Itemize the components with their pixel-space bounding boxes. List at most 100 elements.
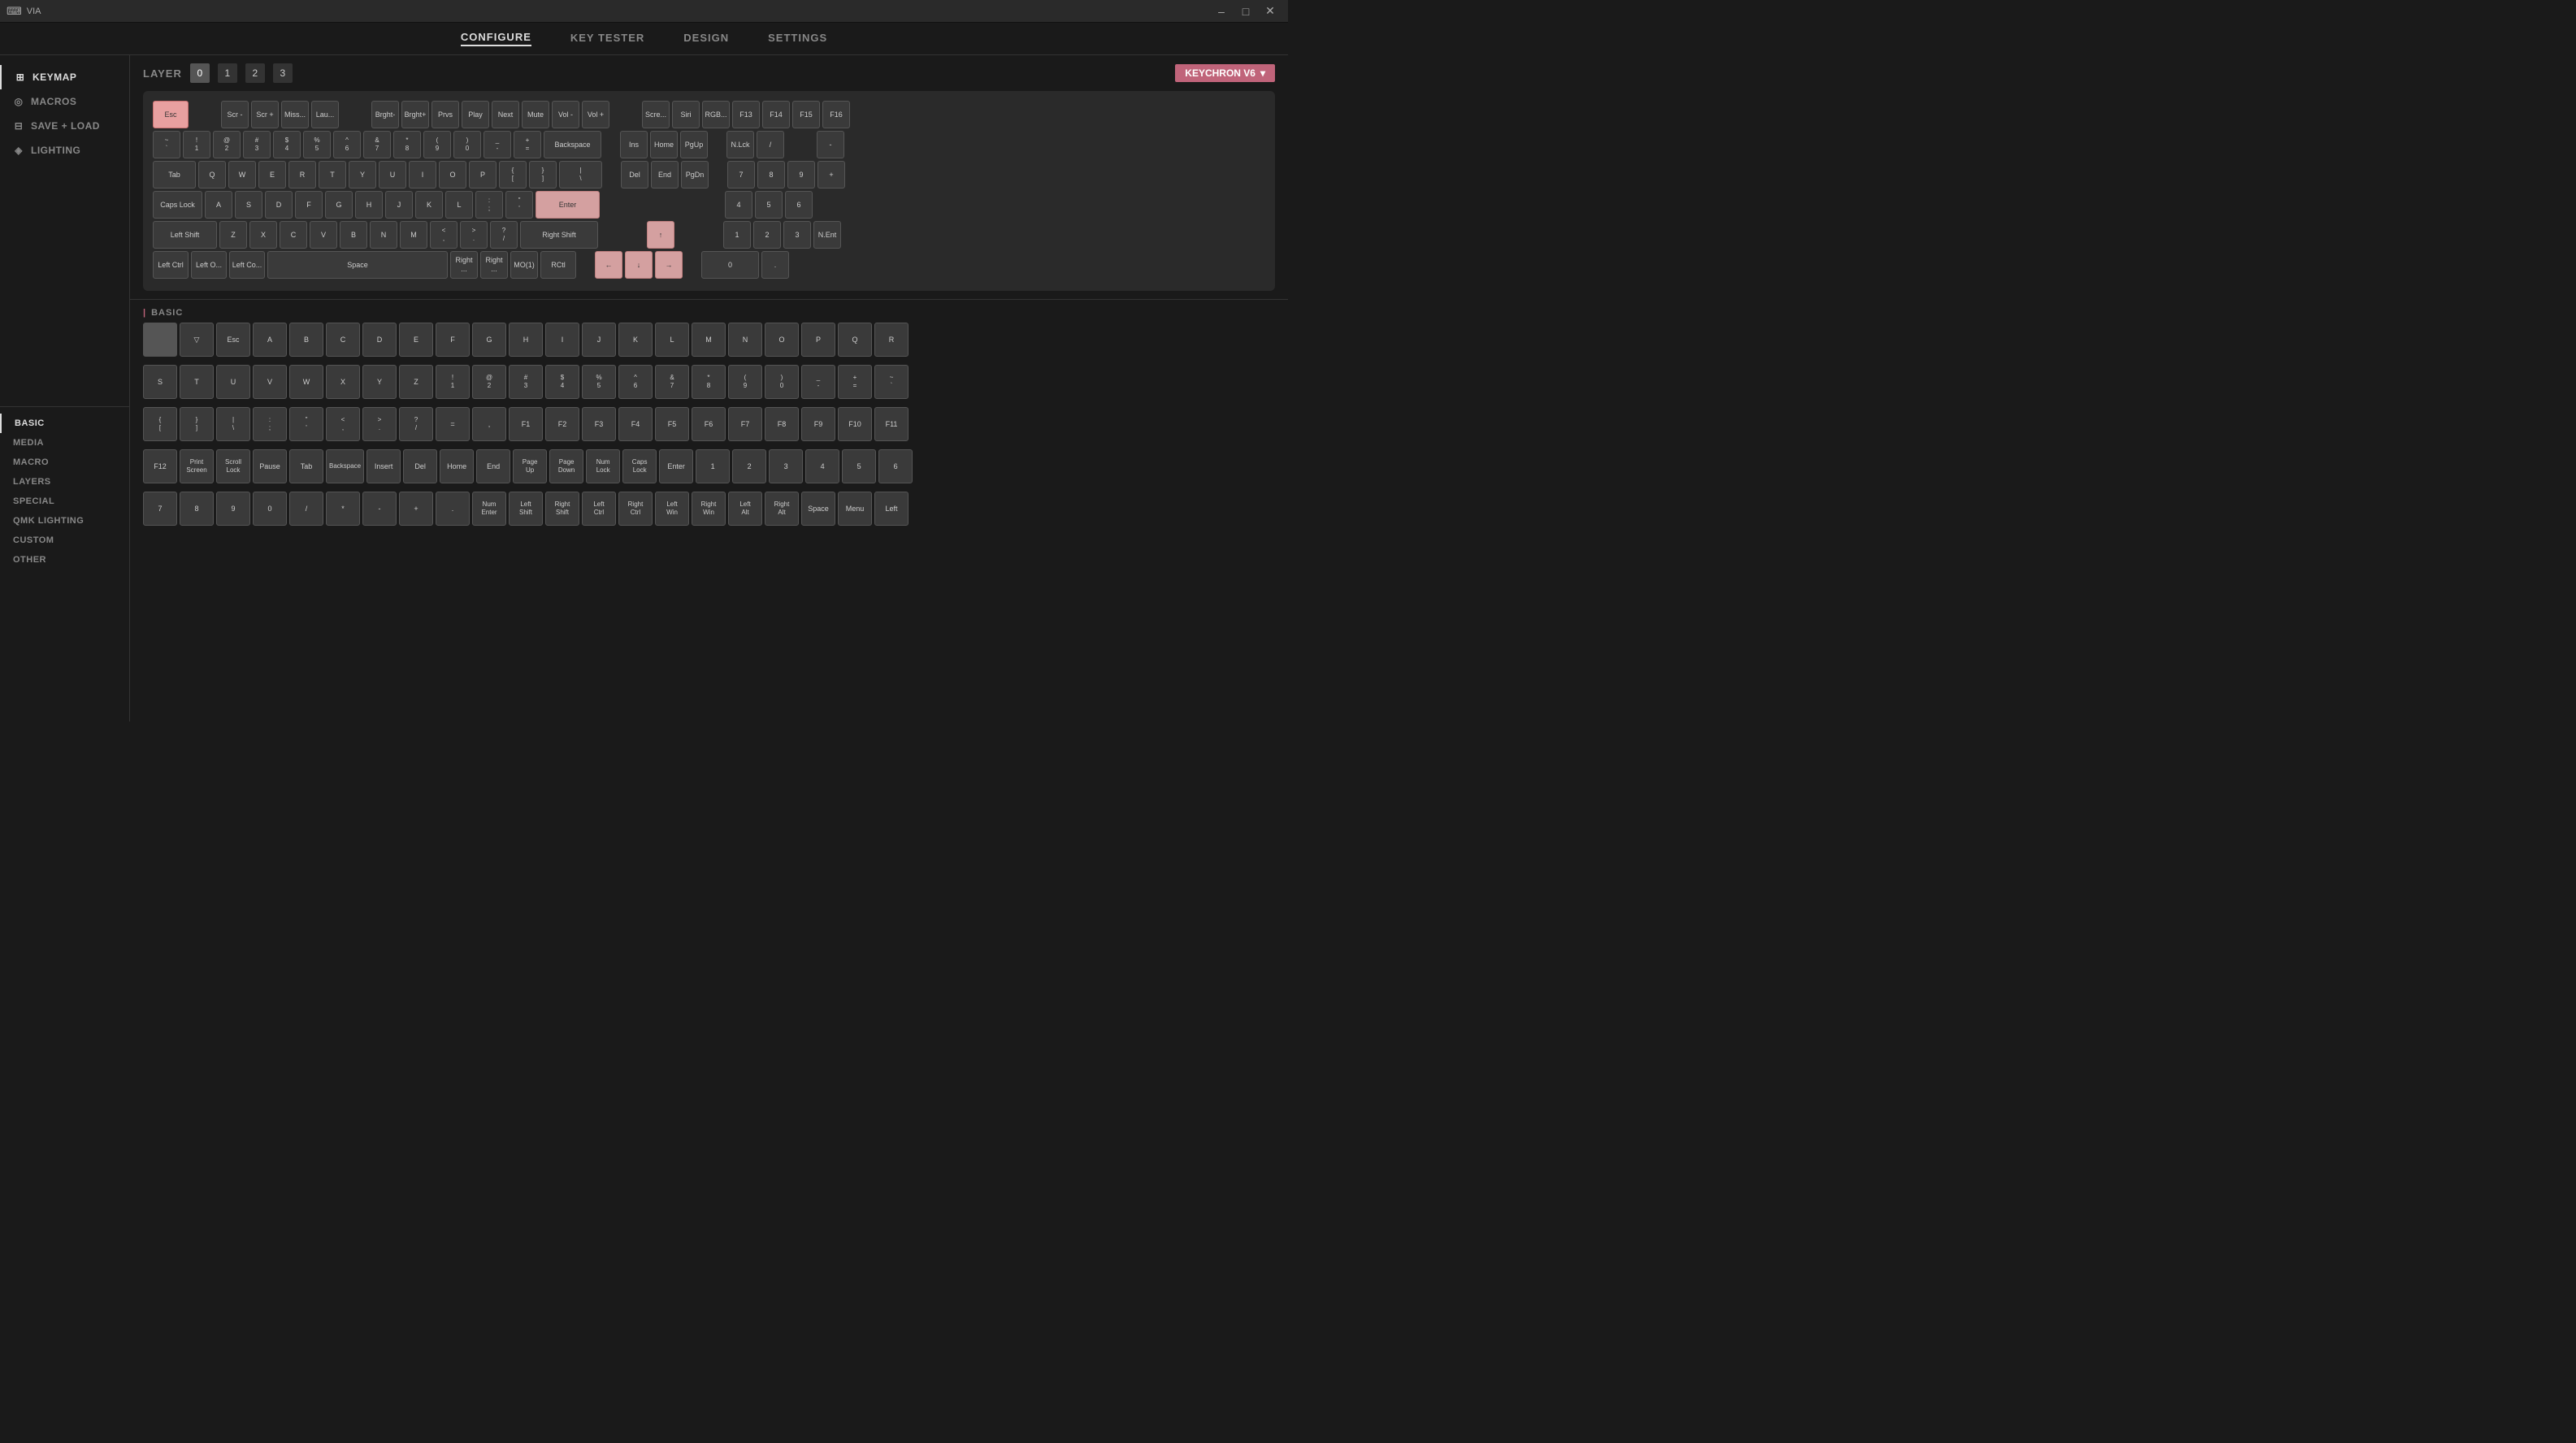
key-siri[interactable]: Siri <box>672 101 700 128</box>
key-num-plus[interactable]: + <box>817 161 845 188</box>
picker-key-d[interactable]: D <box>362 323 397 357</box>
key-j[interactable]: J <box>385 191 413 219</box>
picker-key-amp[interactable]: &7 <box>655 365 689 399</box>
key-right-alt[interactable]: Right ... <box>450 251 478 279</box>
picker-key-dquote[interactable]: "' <box>289 407 323 441</box>
picker-key-u[interactable]: U <box>216 365 250 399</box>
key-tab[interactable]: Tab <box>153 161 196 188</box>
key-ins[interactable]: Ins <box>620 131 648 158</box>
key-left-ctrl[interactable]: Left Ctrl <box>153 251 189 279</box>
picker-key-kp-star[interactable]: * <box>326 492 360 526</box>
picker-key-caret[interactable]: ^6 <box>618 365 653 399</box>
picker-key-lbrace[interactable]: {[ <box>143 407 177 441</box>
key-t[interactable]: T <box>319 161 346 188</box>
key-num8[interactable]: 8 <box>757 161 785 188</box>
layer-btn-2[interactable]: 2 <box>245 63 265 83</box>
picker-key-right-alt[interactable]: RightAlt <box>765 492 799 526</box>
sidebar-item-layers[interactable]: LAYERS <box>0 472 129 492</box>
key-right-shift[interactable]: Right Shift <box>520 221 598 249</box>
key-vol-plus[interactable]: Vol + <box>582 101 609 128</box>
picker-key-kp-plus[interactable]: + <box>399 492 433 526</box>
picker-key-pageup[interactable]: PageUp <box>513 449 547 483</box>
picker-key-f1[interactable]: F1 <box>509 407 543 441</box>
key-d[interactable]: D <box>265 191 293 219</box>
key-num-enter[interactable]: N.Ent <box>813 221 841 249</box>
picker-key-left-shift[interactable]: LeftShift <box>509 492 543 526</box>
key-semicolon[interactable]: :; <box>475 191 503 219</box>
picker-key-f11[interactable]: F11 <box>874 407 909 441</box>
key-numlck[interactable]: N.Lck <box>726 131 754 158</box>
picker-key-f2[interactable]: F2 <box>545 407 579 441</box>
sidebar-item-macros[interactable]: ◎ MACROS <box>0 89 129 114</box>
picker-key-lt[interactable]: <, <box>326 407 360 441</box>
sidebar-item-media[interactable]: MEDIA <box>0 433 129 453</box>
picker-key-home[interactable]: Home <box>440 449 474 483</box>
key-f[interactable]: F <box>295 191 323 219</box>
picker-key-kp-slash[interactable]: / <box>289 492 323 526</box>
layer-btn-1[interactable]: 1 <box>218 63 237 83</box>
key-backslash[interactable]: |\ <box>559 161 602 188</box>
picker-key-f12[interactable]: F12 <box>143 449 177 483</box>
key-c[interactable]: C <box>280 221 307 249</box>
picker-key-at[interactable]: @2 <box>472 365 506 399</box>
picker-key-end[interactable]: End <box>476 449 510 483</box>
picker-key-kp0[interactable]: 0 <box>253 492 287 526</box>
key-scr-minus[interactable]: Scr - <box>221 101 249 128</box>
key-s[interactable]: S <box>235 191 262 219</box>
picker-key-f4[interactable]: F4 <box>618 407 653 441</box>
key-g[interactable]: G <box>325 191 353 219</box>
key-1[interactable]: !1 <box>183 131 210 158</box>
key-num3[interactable]: 3 <box>783 221 811 249</box>
picker-key-pipe[interactable]: |\ <box>216 407 250 441</box>
key-pgdn[interactable]: PgDn <box>681 161 709 188</box>
key-num6[interactable]: 6 <box>785 191 813 219</box>
picker-key-tab[interactable]: Tab <box>289 449 323 483</box>
maximize-button[interactable]: □ <box>1234 2 1257 20</box>
key-end[interactable]: End <box>651 161 679 188</box>
picker-key-f10[interactable]: F10 <box>838 407 872 441</box>
key-screen[interactable]: Scre... <box>642 101 670 128</box>
key-play[interactable]: Play <box>462 101 489 128</box>
key-num1[interactable]: 1 <box>723 221 751 249</box>
picker-key-insert[interactable]: Insert <box>366 449 401 483</box>
key-num-slash[interactable]: / <box>757 131 784 158</box>
key-num4[interactable]: 4 <box>725 191 752 219</box>
picker-key-kp-minus[interactable]: - <box>362 492 397 526</box>
picker-key-kp1[interactable]: 1 <box>696 449 730 483</box>
key-minus[interactable]: _- <box>484 131 511 158</box>
key-del[interactable]: Del <box>621 161 648 188</box>
key-f13[interactable]: F13 <box>732 101 760 128</box>
key-num2[interactable]: 2 <box>753 221 781 249</box>
key-mission[interactable]: Miss... <box>281 101 309 128</box>
minimize-button[interactable]: – <box>1210 2 1233 20</box>
key-slash[interactable]: ?/ <box>490 221 518 249</box>
picker-key-f3[interactable]: F3 <box>582 407 616 441</box>
picker-key-f5[interactable]: F5 <box>655 407 689 441</box>
picker-key-right-win[interactable]: RightWin <box>692 492 726 526</box>
key-down-arrow[interactable]: ↓ <box>625 251 653 279</box>
key-capslock[interactable]: Caps Lock <box>153 191 202 219</box>
picker-key-g[interactable]: G <box>472 323 506 357</box>
picker-key-p[interactable]: P <box>801 323 835 357</box>
picker-key-eq[interactable]: = <box>436 407 470 441</box>
picker-key-f7[interactable]: F7 <box>728 407 762 441</box>
picker-key-numlock[interactable]: NumLock <box>586 449 620 483</box>
key-2[interactable]: @2 <box>213 131 241 158</box>
picker-key-k[interactable]: K <box>618 323 653 357</box>
key-7[interactable]: &7 <box>363 131 391 158</box>
key-f14[interactable]: F14 <box>762 101 790 128</box>
key-backspace[interactable]: Backspace <box>544 131 601 158</box>
picker-key-kp8[interactable]: 8 <box>180 492 214 526</box>
sidebar-item-keymap[interactable]: ⊞ KEYMAP <box>0 65 129 89</box>
key-period[interactable]: >. <box>460 221 488 249</box>
tab-settings[interactable]: SETTINGS <box>768 32 827 46</box>
key-num-dot[interactable]: . <box>761 251 789 279</box>
picker-key-b[interactable]: B <box>289 323 323 357</box>
picker-key-gt[interactable]: >. <box>362 407 397 441</box>
tab-configure[interactable]: CONFIGURE <box>461 31 531 46</box>
sidebar-item-custom[interactable]: CUSTOM <box>0 531 129 550</box>
key-rbracket[interactable]: }] <box>529 161 557 188</box>
picker-key-t[interactable]: T <box>180 365 214 399</box>
picker-key-right-ctrl[interactable]: RightCtrl <box>618 492 653 526</box>
picker-key-tilde[interactable]: ~` <box>874 365 909 399</box>
